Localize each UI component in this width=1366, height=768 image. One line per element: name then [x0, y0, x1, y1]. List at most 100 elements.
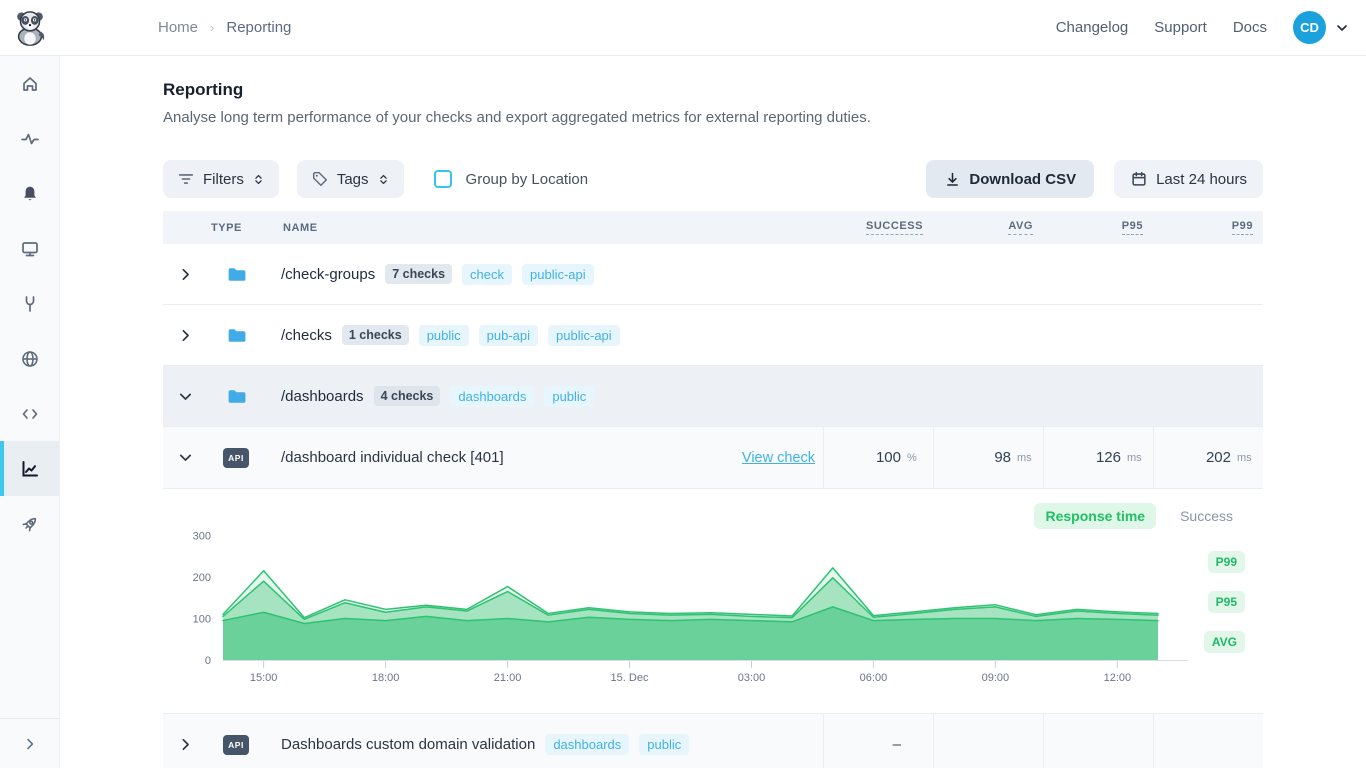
- table-row-dashboard-individual-check[interactable]: API /dashboard individual check [401] Vi…: [163, 427, 1263, 489]
- selector-vertical-icon: [377, 173, 390, 186]
- legend-p95[interactable]: P95: [1208, 591, 1245, 613]
- rocket-icon: [20, 514, 40, 534]
- tag-icon: [311, 170, 329, 188]
- chevron-down-icon: [177, 449, 194, 466]
- table-header-row: Type Name Success Avg P95 P99: [163, 211, 1263, 244]
- collapse-button[interactable]: [163, 427, 207, 488]
- page-title: Reporting: [163, 80, 1263, 100]
- expand-button[interactable]: [163, 305, 207, 365]
- filters-button[interactable]: Filters: [163, 160, 279, 198]
- svg-text:03:00: 03:00: [738, 672, 766, 684]
- tag[interactable]: public: [419, 325, 469, 346]
- toolbar: Filters Tags Group by Location Download …: [163, 160, 1263, 198]
- sidebar-item-private-locations[interactable]: [0, 331, 59, 386]
- avg-value: 98: [994, 449, 1011, 466]
- tags-button[interactable]: Tags: [297, 160, 404, 198]
- support-link[interactable]: Support: [1154, 19, 1207, 36]
- chevron-down-icon: [177, 388, 194, 405]
- group-by-location-toggle[interactable]: Group by Location: [434, 170, 589, 188]
- tag[interactable]: pub-api: [479, 325, 538, 346]
- sidebar-item-checks[interactable]: [0, 111, 59, 166]
- sidebar-item-home[interactable]: [0, 56, 59, 111]
- download-csv-label: Download CSV: [969, 171, 1076, 188]
- chevron-right-icon: [177, 736, 194, 753]
- filters-button-label: Filters: [203, 171, 244, 188]
- header-p95[interactable]: P95: [1122, 220, 1143, 235]
- monitor-icon: [20, 239, 40, 259]
- table-row-checks[interactable]: /checks 1 checks public pub-api public-a…: [163, 305, 1263, 366]
- view-check-link[interactable]: View check: [742, 450, 815, 466]
- sidebar-item-snippets[interactable]: [0, 386, 59, 441]
- calendar-icon: [1130, 170, 1148, 188]
- svg-text:0: 0: [205, 655, 211, 667]
- download-csv-button[interactable]: Download CSV: [926, 160, 1094, 198]
- svg-text:12:00: 12:00: [1104, 672, 1132, 684]
- tags-button-label: Tags: [337, 171, 369, 188]
- chevron-right-icon: [22, 736, 38, 752]
- activity-icon: [20, 129, 40, 149]
- breadcrumb-home[interactable]: Home: [158, 19, 198, 36]
- header-type: Type: [211, 222, 242, 234]
- folder-icon: [226, 264, 247, 285]
- table-row-dashboards-custom-domain[interactable]: API Dashboards custom domain validation …: [163, 714, 1263, 768]
- collapse-button[interactable]: [163, 366, 207, 426]
- response-time-chart-panel: Response time Success 010020030015:0018:…: [163, 489, 1263, 714]
- check-name: /dashboard individual check [401]: [281, 449, 504, 466]
- breadcrumb-current: Reporting: [226, 19, 291, 36]
- chevron-down-icon[interactable]: [1334, 20, 1350, 36]
- p99-unit: ms: [1237, 452, 1253, 464]
- bell-icon: [20, 184, 40, 204]
- success-unit: %: [907, 452, 923, 464]
- legend-avg[interactable]: AVG: [1204, 631, 1245, 653]
- tag[interactable]: public: [544, 386, 594, 407]
- svg-text:21:00: 21:00: [494, 672, 522, 684]
- group-name: /check-groups: [281, 266, 375, 283]
- maintenance-icon: [20, 294, 40, 314]
- expand-button[interactable]: [163, 714, 207, 768]
- header-avg[interactable]: Avg: [1008, 220, 1033, 235]
- tag[interactable]: check: [462, 264, 512, 285]
- legend-p99[interactable]: P99: [1208, 551, 1245, 573]
- tag[interactable]: dashboards: [545, 734, 629, 755]
- success-value: –: [893, 736, 901, 753]
- breadcrumb: Home › Reporting: [158, 19, 291, 36]
- sidebar-item-maintenance[interactable]: [0, 276, 59, 331]
- table-row-check-groups[interactable]: /check-groups 7 checks check public-api: [163, 244, 1263, 305]
- avatar[interactable]: CD: [1293, 11, 1326, 44]
- sidebar-item-dashboards[interactable]: [0, 221, 59, 276]
- chevron-right-icon: [177, 266, 194, 283]
- svg-text:15. Dec: 15. Dec: [611, 672, 649, 684]
- expand-button[interactable]: [163, 244, 207, 304]
- breadcrumb-chevron-icon: ›: [210, 20, 214, 35]
- tag[interactable]: public-api: [548, 325, 620, 346]
- analytics-chart-icon: [20, 459, 40, 479]
- svg-text:15:00: 15:00: [250, 672, 278, 684]
- tag[interactable]: public: [639, 734, 689, 755]
- group-by-location-checkbox[interactable]: [434, 170, 452, 188]
- filter-icon: [177, 170, 195, 188]
- account-menu[interactable]: CD: [1293, 11, 1350, 44]
- sidebar-expand-button[interactable]: [0, 718, 59, 768]
- svg-text:06:00: 06:00: [860, 672, 888, 684]
- response-time-area-chart: 010020030015:0018:0021:0015. Dec03:0006:…: [163, 519, 1263, 694]
- docs-link[interactable]: Docs: [1233, 19, 1267, 36]
- svg-text:100: 100: [193, 614, 211, 626]
- api-type-badge: API: [223, 735, 249, 755]
- checkly-raccoon-logo[interactable]: [11, 9, 49, 47]
- group-name: /checks: [281, 327, 332, 344]
- svg-text:18:00: 18:00: [372, 672, 400, 684]
- sidebar: [0, 56, 60, 768]
- p95-value: 126: [1096, 449, 1121, 466]
- avg-unit: ms: [1017, 452, 1033, 464]
- tag[interactable]: public-api: [522, 264, 594, 285]
- top-bar: Home › Reporting Changelog Support Docs …: [0, 0, 1366, 56]
- time-range-button[interactable]: Last 24 hours: [1114, 160, 1263, 198]
- header-success[interactable]: Success: [866, 220, 923, 235]
- sidebar-item-reporting[interactable]: [0, 441, 59, 496]
- sidebar-item-alerts[interactable]: [0, 166, 59, 221]
- sidebar-item-getting-started[interactable]: [0, 496, 59, 551]
- tag[interactable]: dashboards: [450, 386, 534, 407]
- header-p99[interactable]: P99: [1232, 220, 1253, 235]
- table-row-dashboards[interactable]: /dashboards 4 checks dashboards public: [163, 366, 1263, 427]
- changelog-link[interactable]: Changelog: [1056, 19, 1129, 36]
